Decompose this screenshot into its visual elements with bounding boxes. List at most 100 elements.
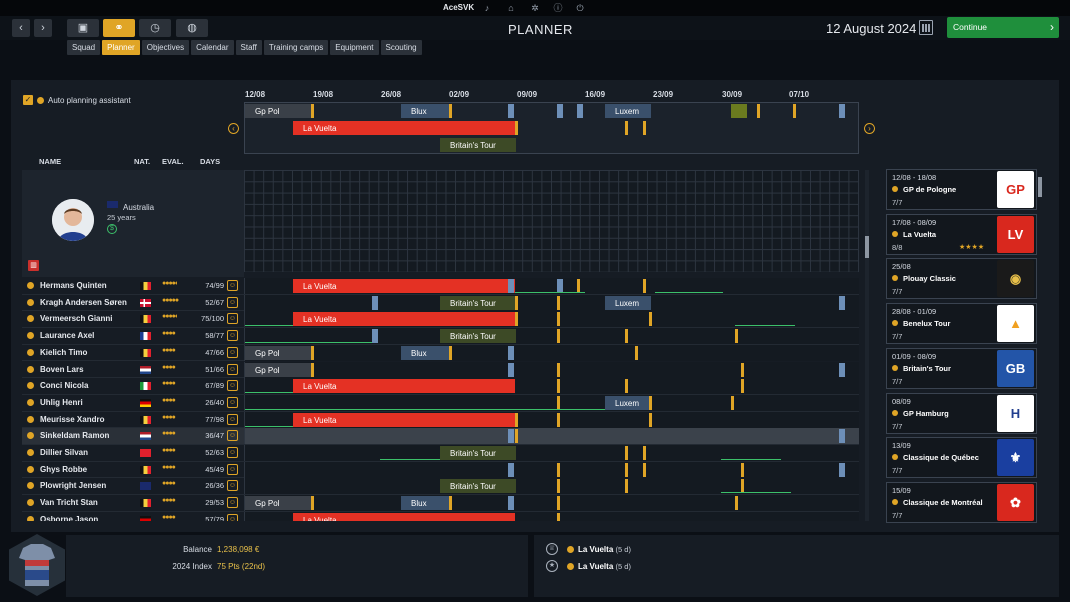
- race-card[interactable]: 28/08 - 01/09 Benelux Tour 7/7 ▲: [886, 303, 1037, 345]
- rider-row[interactable]: Laurance Axel ●●●● 58/77 ☺ Britain's Tour: [22, 328, 859, 345]
- rider-timeline[interactable]: La Vuelta: [244, 378, 859, 395]
- rider-name[interactable]: Osborne Jason: [40, 515, 98, 521]
- rider-row[interactable]: Ghys Robbe ●●●● 45/49 ☺: [22, 461, 859, 479]
- rider-timeline[interactable]: La Vuelta: [244, 278, 859, 294]
- rider-row[interactable]: Dillier Silvan ●●●● 52/63 ☺ Britain's Tour: [22, 445, 859, 462]
- rider-timeline[interactable]: La Vuelta: [244, 311, 859, 328]
- checkbox-checked-icon[interactable]: ✓: [23, 95, 33, 105]
- rider-status-icon[interactable]: ☺: [227, 296, 238, 308]
- auto-planning-toggle[interactable]: ✓ Auto planning assistant: [23, 95, 131, 105]
- race-bar[interactable]: La Vuelta: [293, 379, 515, 394]
- continue-button[interactable]: Continue ›: [947, 17, 1059, 38]
- race-card[interactable]: 17/08 - 08/09 La Vuelta 8/8 ★★★★ LV: [886, 213, 1037, 255]
- race-card[interactable]: 13/09 Classique de Québec 7/7 ⚜: [886, 437, 1037, 479]
- rider-row[interactable]: Boven Lars ●●●● 51/66 ☺ Gp Pol: [22, 361, 859, 379]
- rider-name[interactable]: Conci Nicola: [40, 381, 88, 390]
- race-bar[interactable]: Gp Pol: [245, 496, 311, 511]
- race-bar[interactable]: Britain's Tour: [440, 446, 516, 460]
- rider-timeline[interactable]: La Vuelta: [244, 511, 859, 521]
- rider-name[interactable]: Hermans Quinten: [40, 281, 107, 290]
- rider-timeline[interactable]: La Vuelta: [244, 411, 859, 428]
- rider-name[interactable]: Kragh Andersen Søren: [40, 298, 127, 307]
- race-list-scrollbar[interactable]: [1038, 170, 1042, 521]
- rider-timeline[interactable]: Gp Pol Blux: [244, 344, 859, 361]
- rider-name[interactable]: Uhlig Henri: [40, 398, 83, 407]
- globe-mode-button[interactable]: ◍: [176, 19, 208, 37]
- race-card[interactable]: 15/09 Classique de Montréal 7/7 ✿: [886, 481, 1037, 523]
- tab-staff[interactable]: Staff: [235, 40, 262, 55]
- stopwatch-mode-button[interactable]: ◷: [139, 19, 171, 37]
- race-bar-vuelta[interactable]: La Vuelta: [293, 121, 515, 135]
- rider-name[interactable]: Laurance Axel: [40, 331, 94, 340]
- rider-status-icon[interactable]: ☺: [227, 497, 238, 509]
- rider-status-icon[interactable]: ☺: [227, 313, 238, 325]
- tab-squad[interactable]: Squad: [67, 40, 101, 55]
- race-bar-britain[interactable]: Britain's Tour: [440, 138, 516, 152]
- rider-timeline[interactable]: Britain's Tour Luxem: [244, 294, 859, 311]
- race-bar[interactable]: Blux: [401, 496, 449, 511]
- rider-name[interactable]: Boven Lars: [40, 365, 84, 374]
- rider-row[interactable]: Van Tricht Stan ●●●● 29/53 ☺ Gp Pol Blux: [22, 495, 859, 512]
- rider-timeline[interactable]: [244, 461, 859, 478]
- rider-row[interactable]: Kragh Andersen Søren ●●●●● 52/67 ☺ Britain's…: [22, 294, 859, 312]
- rider-name[interactable]: Van Tricht Stan: [40, 498, 98, 507]
- tab-scouting[interactable]: Scouting: [380, 40, 422, 55]
- scroll-thumb[interactable]: [865, 236, 869, 258]
- race-bar[interactable]: Blux: [401, 345, 449, 360]
- home-icon[interactable]: ⌂: [506, 3, 516, 13]
- race-bar[interactable]: Britain's Tour: [440, 295, 516, 310]
- race-bar[interactable]: Gp Pol: [245, 362, 311, 377]
- calendar-icon[interactable]: [919, 20, 933, 35]
- race-bar-luxem[interactable]: Luxem: [605, 104, 651, 118]
- race-bar[interactable]: La Vuelta: [293, 279, 515, 293]
- planner-scrollbar[interactable]: [865, 170, 869, 521]
- col-eval[interactable]: EVAL.: [162, 157, 184, 166]
- rider-status-icon[interactable]: ☺: [227, 346, 238, 358]
- col-nat[interactable]: NAT.: [134, 157, 150, 166]
- rider-name[interactable]: Dillier Silvan: [40, 448, 88, 457]
- rider-timeline[interactable]: Luxem: [244, 394, 859, 411]
- rider-name[interactable]: Vermeersch Gianni: [40, 314, 112, 323]
- rider-row[interactable]: Sinkeldam Ramon ●●●● 36/47 ☺: [22, 428, 859, 445]
- rider-row[interactable]: Osborne Jason ●●●● 57/79 ☺ La Vuelta: [22, 511, 859, 521]
- rider-timeline[interactable]: Gp Pol Blux: [244, 495, 859, 512]
- rider-status-icon[interactable]: ☺: [227, 280, 238, 291]
- rider-row[interactable]: Vermeersch Gianni ●●●●◐ 75/100 ☺ La Vuelta: [22, 311, 859, 329]
- rider-timeline[interactable]: [244, 428, 859, 445]
- race-bar[interactable]: Britain's Tour: [440, 329, 516, 344]
- rider-row[interactable]: Uhlig Henri ●●●● 26/40 ☺ Luxem: [22, 394, 859, 412]
- bell-icon[interactable]: ♪: [482, 3, 492, 13]
- settings-icon[interactable]: ✲: [530, 3, 540, 13]
- rider-name[interactable]: Plowright Jensen: [40, 481, 106, 490]
- rider-timeline[interactable]: Britain's Tour: [244, 328, 859, 345]
- rider-row[interactable]: Hermans Quinten ●●●●◐ 74/99 ☺ La Vuelta: [22, 278, 859, 295]
- rider-status-icon[interactable]: ☺: [227, 380, 238, 392]
- rider-row[interactable]: Meurisse Xandro ●●●● 77/98 ☺ La Vuelta: [22, 411, 859, 429]
- tab-training-camps[interactable]: Training camps: [263, 40, 329, 55]
- race-bar[interactable]: Luxem: [605, 395, 651, 410]
- tab-calendar[interactable]: Calendar: [191, 40, 234, 55]
- rider-status-icon[interactable]: ☺: [227, 463, 238, 475]
- race-card[interactable]: 01/09 - 08/09 Britain's Tour 7/7 GB: [886, 347, 1037, 389]
- rider-row[interactable]: Plowright Jensen ●●●● 26/36 ☺ Britain's Tour: [22, 478, 859, 496]
- rider-status-icon[interactable]: ☺: [227, 413, 238, 425]
- info-icon[interactable]: ⓘ: [553, 3, 563, 13]
- race-bar[interactable]: Luxem: [605, 295, 651, 310]
- rider-name[interactable]: Sinkeldam Ramon: [40, 431, 109, 440]
- selected-rider-timeline[interactable]: [244, 170, 859, 272]
- col-days[interactable]: DAYS: [200, 157, 220, 166]
- col-name[interactable]: NAME: [39, 157, 61, 166]
- cycling-mode-button[interactable]: ⚭: [103, 19, 135, 37]
- race-bar-blux[interactable]: Blux: [401, 104, 449, 118]
- race-card[interactable]: 12/08 - 18/08 GP de Pologne 7/7 GP: [886, 169, 1037, 210]
- rider-timeline[interactable]: Britain's Tour: [244, 478, 859, 495]
- rider-name[interactable]: Ghys Robbe: [40, 465, 87, 474]
- rider-status-icon[interactable]: ☺: [227, 430, 238, 442]
- rider-status-icon[interactable]: ☺: [227, 513, 238, 521]
- tab-equipment[interactable]: Equipment: [330, 40, 379, 55]
- timeline-right-arrow[interactable]: ›: [864, 123, 875, 134]
- race-card[interactable]: 25/08 Plouay Classic 7/7 ◉: [886, 258, 1037, 300]
- rider-row[interactable]: Conci Nicola ●●●● 67/89 ☺ La Vuelta: [22, 378, 859, 395]
- rider-name[interactable]: Kielich Timo: [40, 348, 87, 357]
- rider-status-icon[interactable]: ☺: [227, 480, 238, 492]
